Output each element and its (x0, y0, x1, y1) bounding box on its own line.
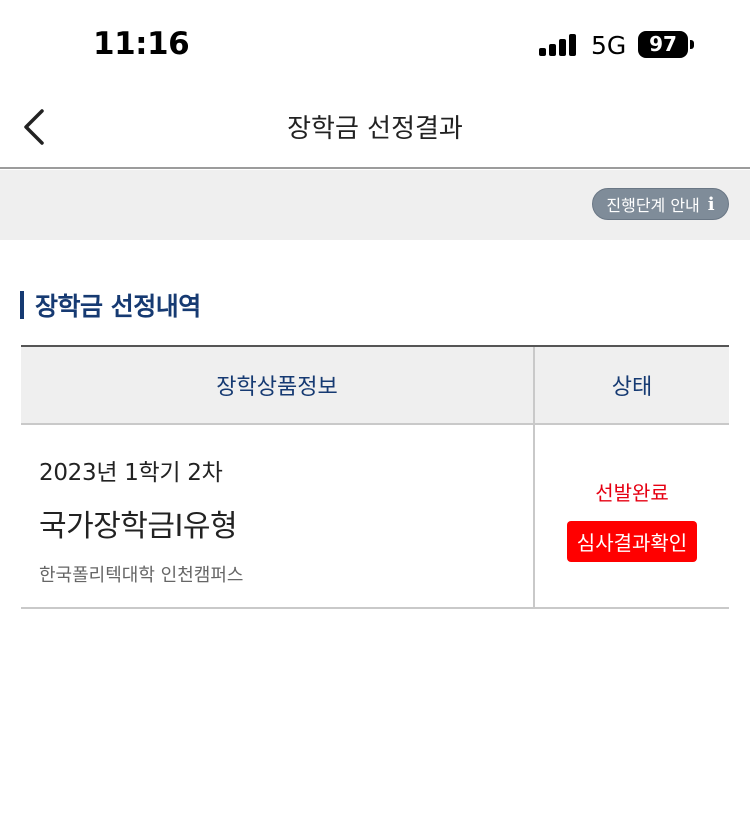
progress-guide-label: 진행단계 안내 (606, 196, 700, 215)
section-accent-bar (20, 291, 24, 319)
status-cell: 선발완료 심사결과확인 (535, 425, 729, 607)
battery-nub (690, 40, 694, 49)
review-result-button[interactable]: 심사결과확인 (566, 521, 698, 562)
section-title: 장학금 선정내역 (35, 292, 201, 321)
section-heading: 장학금 선정내역 (20, 288, 201, 322)
status-badge: 선발완료 (595, 481, 669, 505)
info-icon: i (707, 193, 715, 215)
signal-icon (539, 32, 579, 56)
scholarship-table: 장학상품정보 상태 2023년 1학기 2차 국가장학금I유형 한국폴리텍대학 … (21, 345, 729, 609)
app-header: 장학금 선정결과 (0, 88, 750, 169)
header-status: 상태 (611, 375, 653, 400)
network-type: 5G (591, 31, 627, 60)
status-time: 11:16 (93, 26, 190, 62)
progress-guide-button[interactable]: 진행단계 안내 i (592, 188, 729, 220)
product-info-cell: 2023년 1학기 2차 국가장학금I유형 한국폴리텍대학 인천캠퍼스 (21, 425, 535, 607)
school-name: 한국폴리텍대학 인천캠퍼스 (39, 565, 244, 586)
guide-band: 진행단계 안내 i (0, 170, 750, 240)
page-title: 장학금 선정결과 (287, 114, 463, 144)
header-product-info: 장학상품정보 (21, 347, 535, 423)
table-row: 2023년 1학기 2차 국가장학금I유형 한국폴리텍대학 인천캠퍼스 선발완료… (21, 425, 729, 609)
status-bar: 11:16 5G 97 (0, 0, 750, 88)
scholarship-name: 국가장학금I유형 (39, 509, 238, 544)
semester-text: 2023년 1학기 2차 (39, 460, 223, 486)
battery-icon: 97 (638, 31, 688, 58)
table-header: 장학상품정보 상태 (21, 347, 729, 425)
